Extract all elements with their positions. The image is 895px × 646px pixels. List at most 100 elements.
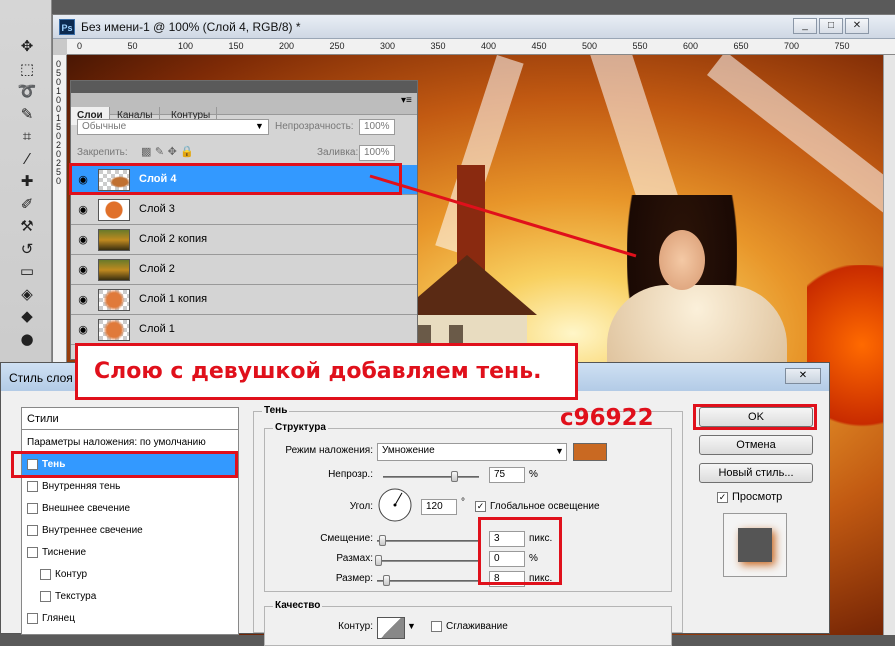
- eye-icon[interactable]: ◉: [75, 292, 91, 308]
- healing-icon[interactable]: ✚: [14, 169, 40, 193]
- opacity-label: Непрозрачность:: [275, 121, 354, 132]
- distance-slider[interactable]: [377, 540, 481, 542]
- layer-thumbnail: [98, 289, 130, 311]
- fill-input[interactable]: 100%: [359, 145, 395, 161]
- panel-menu-icon[interactable]: ▾≡: [401, 95, 412, 106]
- style-checkbox[interactable]: [27, 502, 38, 514]
- layer-row[interactable]: ◉ Слой 2: [71, 255, 417, 285]
- opacity-input[interactable]: 75: [489, 467, 525, 483]
- layer-name: Слой 1 копия: [139, 293, 208, 305]
- style-item[interactable]: Текстура: [22, 586, 238, 608]
- style-label: Внутренняя тень: [42, 481, 121, 492]
- marquee-icon[interactable]: ⬚: [14, 57, 40, 81]
- blur-icon[interactable]: ◆: [14, 304, 40, 328]
- eye-icon[interactable]: ◉: [75, 322, 91, 338]
- fill-label: Заливка:: [317, 147, 359, 158]
- style-item[interactable]: Контур: [22, 564, 238, 586]
- horizontal-ruler: 0 50 100 150 200 250 300 350 400 450 500 550 600 650 7…: [67, 39, 895, 55]
- document-title-bar[interactable]: Ps Без имени-1 @ 100% (Слой 4, RGB/8) * …: [53, 15, 895, 39]
- styles-header[interactable]: Стили: [22, 408, 238, 430]
- style-checkbox[interactable]: [40, 590, 51, 602]
- size-slider[interactable]: [377, 580, 481, 582]
- opacity-slider-knob[interactable]: [451, 471, 458, 482]
- close-dialog-button[interactable]: ✕: [785, 368, 821, 384]
- eye-icon[interactable]: ◉: [75, 262, 91, 278]
- dodge-icon[interactable]: ●: [14, 327, 40, 351]
- opacity-slider[interactable]: [383, 476, 479, 478]
- ruler-tick-label: 200: [279, 41, 295, 51]
- style-checkbox[interactable]: [27, 480, 38, 492]
- lasso-icon[interactable]: ➰: [14, 79, 40, 103]
- size-slider-knob[interactable]: [383, 575, 390, 586]
- angle-input[interactable]: 120: [421, 499, 457, 515]
- cancel-button[interactable]: Отмена: [699, 435, 813, 455]
- document-title: Без имени-1 @ 100% (Слой 4, RGB/8) *: [81, 20, 301, 34]
- distance-slider-knob[interactable]: [379, 535, 386, 546]
- style-item[interactable]: Внешнее свечение: [22, 498, 238, 520]
- eye-icon[interactable]: ◉: [75, 202, 91, 218]
- style-checkbox[interactable]: [40, 568, 51, 580]
- preview-checkbox[interactable]: ✓ Просмотр: [717, 491, 782, 503]
- new-style-button[interactable]: Новый стиль...: [699, 463, 813, 483]
- layer-row[interactable]: ◉ Слой 1: [71, 315, 417, 345]
- layer-row[interactable]: ◉ Слой 2 копия: [71, 225, 417, 255]
- quality-group-title: Качество: [273, 600, 323, 611]
- layer-row[interactable]: ◉ Слой 1 копия: [71, 285, 417, 315]
- blend-mode-select[interactable]: Обычные: [77, 119, 269, 135]
- crop-icon[interactable]: ⌗: [14, 124, 40, 148]
- history-brush-icon[interactable]: ↺: [14, 237, 40, 261]
- style-item[interactable]: Внутренняя тень: [22, 476, 238, 498]
- antialias-checkbox[interactable]: Сглаживание: [431, 621, 508, 632]
- spread-label: Размах:: [336, 553, 373, 564]
- maximize-button[interactable]: □: [819, 18, 843, 34]
- layer-thumbnail: [98, 199, 130, 221]
- style-checkbox[interactable]: [27, 546, 38, 558]
- highlight-layer4: [69, 163, 402, 195]
- layer-row[interactable]: ◉ Слой 3: [71, 195, 417, 225]
- layer-name: Слой 2: [139, 263, 175, 275]
- eyedropper-icon[interactable]: ⁄: [14, 147, 40, 171]
- antialias-label: Сглаживание: [446, 621, 508, 633]
- paint-bucket-icon[interactable]: ◈: [14, 282, 40, 306]
- angle-label: Угол:: [349, 501, 373, 512]
- style-label: Параметры наложения: по умолчанию: [27, 437, 206, 448]
- shadow-color-swatch[interactable]: [573, 443, 607, 461]
- style-item[interactable]: Внутреннее свечение: [22, 520, 238, 542]
- brush-icon[interactable]: ✐: [14, 192, 40, 216]
- ruler-tick-label: 0: [56, 176, 62, 186]
- move-icon[interactable]: ✥: [14, 34, 40, 58]
- vertical-scrollbar[interactable]: [883, 55, 895, 635]
- style-label: Глянец: [42, 613, 75, 624]
- eraser-icon[interactable]: ▭: [14, 259, 40, 283]
- contour-picker[interactable]: [377, 617, 405, 639]
- style-checkbox[interactable]: [27, 612, 38, 624]
- eye-icon[interactable]: ◉: [75, 232, 91, 248]
- style-checkbox[interactable]: [27, 524, 38, 536]
- chevron-down-icon[interactable]: ▼: [255, 121, 264, 131]
- angle-dial-icon[interactable]: [377, 487, 413, 523]
- quick-select-icon[interactable]: ✎: [14, 102, 40, 126]
- spread-slider[interactable]: [377, 560, 481, 562]
- minimize-button[interactable]: _: [793, 18, 817, 34]
- lock-icons[interactable]: ▩ ✎ ✥ 🔒: [141, 145, 194, 158]
- panel-header[interactable]: [71, 81, 417, 93]
- shadow-blend-select[interactable]: Умножение: [377, 443, 567, 461]
- quality-group: Качество Контур: ▼ Сглаживание: [264, 600, 672, 646]
- structure-group-title: Структура: [273, 422, 328, 433]
- spread-slider-knob[interactable]: [375, 555, 382, 566]
- global-light-checkbox[interactable]: ✓ Глобальное освещение: [475, 501, 600, 512]
- ruler-tick-label: 500: [582, 41, 598, 51]
- chevron-down-icon[interactable]: ▼: [555, 446, 564, 456]
- angle-unit: °: [461, 497, 465, 508]
- layer-name: Слой 3: [139, 203, 175, 215]
- chevron-down-icon[interactable]: ▼: [407, 621, 416, 631]
- preview-square: [738, 528, 772, 562]
- lock-label: Закрепить:: [77, 147, 128, 158]
- close-window-button[interactable]: ✕: [845, 18, 869, 34]
- opacity-input[interactable]: 100%: [359, 119, 395, 135]
- ruler-tick-label: 750: [834, 41, 850, 51]
- style-item[interactable]: Тиснение: [22, 542, 238, 564]
- dialog-title: Стиль слоя: [9, 371, 73, 385]
- style-item[interactable]: Глянец: [22, 608, 238, 630]
- stamp-icon[interactable]: ⚒: [14, 214, 40, 238]
